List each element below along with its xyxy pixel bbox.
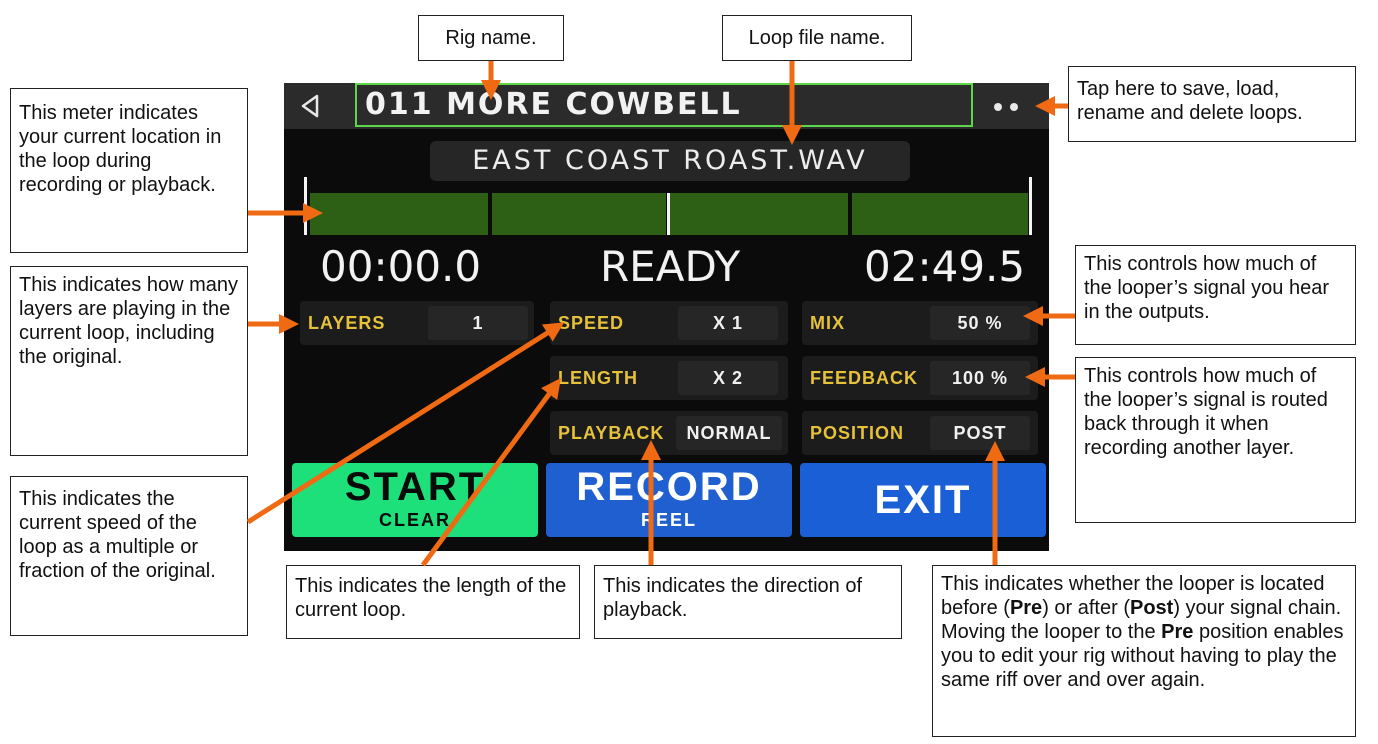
position-pre: Pre [1009,597,1043,619]
exit-label: EXIT [874,478,972,522]
time-total: 02:49.5 [864,242,1026,291]
callout-loop-file-name: Loop file name. [722,15,912,61]
callout-layers: This indicates how many layers are playi… [10,266,248,456]
time-elapsed: 00:00.0 [320,242,482,291]
param-layers[interactable]: LAYERS 1 [300,301,534,345]
param-label: LAYERS [308,313,386,333]
param-value: X 1 [678,306,778,340]
meter-segment [310,193,488,235]
callout-save-load: Tap here to save, load, rename and delet… [1068,66,1356,142]
meter-segment [670,193,848,235]
looper-status: READY [600,242,741,291]
rig-name[interactable]: 011 MORE COWBELL [355,83,973,127]
meter-segment [852,193,1028,235]
callout-length: This indicates the length of the current… [286,565,580,639]
meter-mid-marker [667,193,670,235]
param-label: SPEED [558,313,625,333]
callout-rig-name: Rig name. [418,15,564,61]
param-value: 1 [428,306,528,340]
looper-screen: 011 MORE COWBELL EAST COAST ROAST.WAV 00… [284,83,1049,551]
meter-start-marker [304,177,307,235]
exit-button[interactable]: EXIT [800,463,1046,537]
meter-segment [492,193,666,235]
param-position[interactable]: POSITION POST [802,411,1038,455]
param-value: X 2 [678,361,778,395]
param-value: 100 % [930,361,1030,395]
clear-label: CLEAR [379,510,451,530]
start-label: START [344,465,486,509]
callout-playback: This indicates the direction of playback… [594,565,902,639]
param-feedback[interactable]: FEEDBACK 100 % [802,356,1038,400]
loop-file-name[interactable]: EAST COAST ROAST.WAV [430,141,910,181]
param-label: PLAYBACK [558,423,665,443]
callout-speed: This indicates the current speed of the … [10,476,248,636]
position-pre-2: Pre [1161,621,1194,643]
param-label: LENGTH [558,368,638,388]
param-playback[interactable]: PLAYBACK NORMAL [550,411,788,455]
top-bar: 011 MORE COWBELL [284,83,1049,129]
param-label: FEEDBACK [810,368,919,388]
start-button[interactable]: START CLEAR [292,463,538,537]
param-value: POST [930,416,1030,450]
callout-feedback: This controls how much of the looper’s s… [1075,357,1356,523]
reel-label: REEL [640,510,697,530]
callout-position: This indicates whether the looper is loc… [932,565,1356,737]
param-value: 50 % [930,306,1030,340]
loop-position-meter [304,177,1032,235]
param-speed[interactable]: SPEED X 1 [550,301,788,345]
position-post: Post [1129,597,1174,619]
param-label: MIX [810,313,846,333]
param-length[interactable]: LENGTH X 2 [550,356,788,400]
param-value: NORMAL [676,416,782,450]
back-triangle-icon[interactable] [298,93,322,119]
record-button[interactable]: RECORD REEL [546,463,792,537]
callout-mix: This controls how much of the looper’s s… [1075,245,1356,345]
more-dots-icon[interactable] [988,98,1028,114]
record-label: RECORD [576,465,762,509]
position-text-2: ) or after ( [1042,597,1130,619]
meter-end-marker [1029,177,1032,235]
param-label: POSITION [810,423,905,443]
param-mix[interactable]: MIX 50 % [802,301,1038,345]
callout-meter: This meter indicates your current locati… [10,88,248,253]
